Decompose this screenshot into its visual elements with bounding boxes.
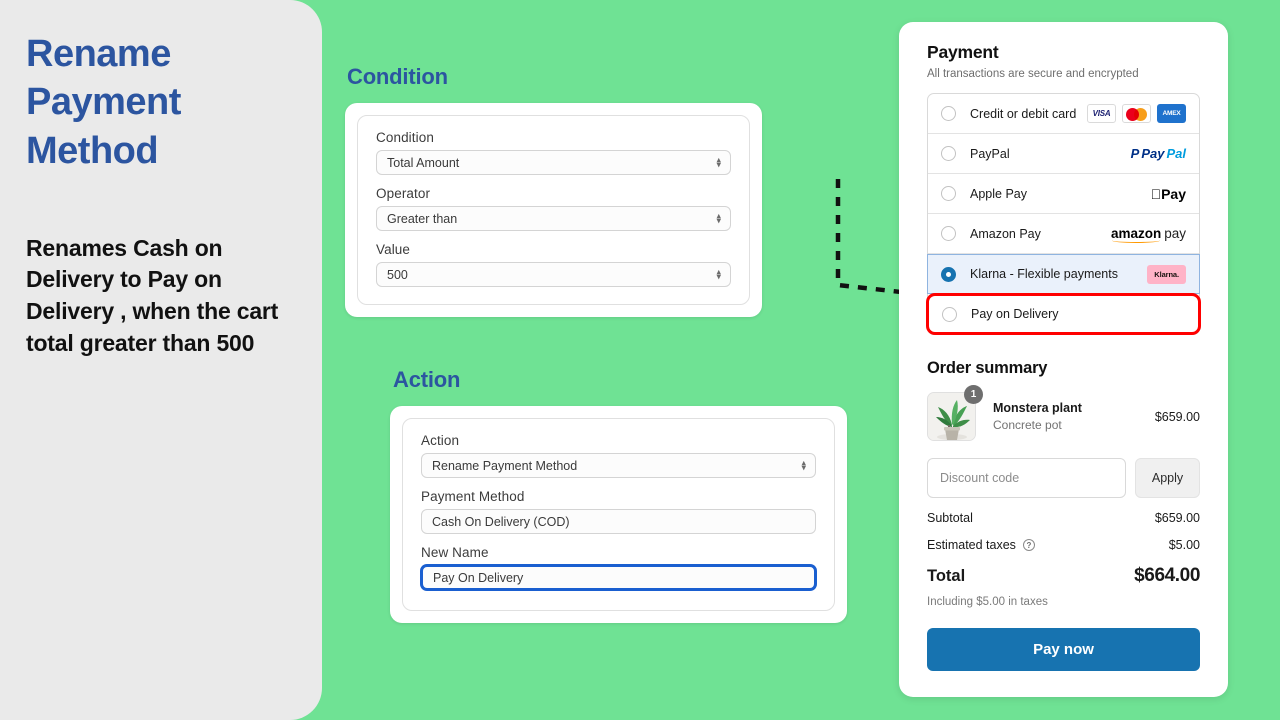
total-label: Total (927, 566, 966, 585)
chevron-updown-icon[interactable]: ▴ ▾ (801, 457, 806, 472)
klarna-icon: Klarna. (1147, 264, 1186, 284)
page-description: Renames Cash on Delivery to Pay on Deliv… (26, 234, 279, 356)
action-section-heading: Action (393, 367, 461, 392)
apple-pay-icon: Pay (1151, 186, 1186, 202)
visa-icon: VISA (1087, 104, 1116, 123)
product-text: Monstera plant Concrete pot (993, 401, 1082, 432)
condition-select-value: Total Amount (387, 155, 460, 170)
action-inner-card: Action Rename Payment Method ▴ ▾ Payment … (402, 418, 835, 611)
payment-section-title: Payment (927, 42, 999, 62)
paypal-text-pay: Pay (1141, 146, 1165, 161)
paypal-text-pal: Pal (1166, 146, 1186, 161)
payment-method-input-value: Cash On Delivery (COD) (432, 514, 570, 529)
amazon-pay-icon: amazon pay (1110, 225, 1186, 243)
condition-card: Condition Total Amount ▴ ▾ Operator Great… (345, 103, 762, 317)
paypal-icon: P Pay Pal (1131, 146, 1186, 161)
action-select-value: Rename Payment Method (432, 458, 578, 473)
payment-method-label: PayPal (970, 146, 1010, 161)
condition-section-heading: Condition (347, 64, 448, 89)
value-input-value: 500 (387, 267, 408, 282)
chevron-updown-icon[interactable]: ▴ ▾ (716, 266, 721, 281)
action-card: Action Rename Payment Method ▴ ▾ Payment … (390, 406, 847, 623)
operator-select-value: Greater than (387, 211, 458, 226)
checkout-panel: Payment All transactions are secure and … (899, 22, 1228, 697)
amazon-pay-text: pay (1164, 225, 1186, 241)
discount-row: Discount code Apply (927, 458, 1200, 498)
new-name-input[interactable]: Pay On Delivery (421, 565, 816, 590)
payment-method-apple-pay[interactable]: Apple Pay Pay (928, 174, 1199, 214)
payment-method-credit-card[interactable]: Credit or debit card VISA AMEX (928, 94, 1199, 134)
payment-method-list: Credit or debit card VISA AMEX PayPal PP… (926, 93, 1201, 335)
page-title: Rename Payment Method (26, 33, 181, 172)
radio-credit-card[interactable] (941, 106, 956, 121)
mastercard-icon (1122, 104, 1151, 123)
payment-method-label: Pay on Delivery (971, 307, 1059, 321)
amex-icon: AMEX (1157, 104, 1186, 123)
payment-method-amazon-pay[interactable]: Amazon Pay amazon pay (928, 214, 1199, 254)
paypal-logo-wrap: P Pay Pal (1131, 146, 1186, 161)
payment-method-pay-on-delivery[interactable]: Pay on Delivery (926, 293, 1201, 335)
value-field-label: Value (376, 242, 411, 257)
apple-pay-logo-wrap: Pay (1151, 186, 1186, 202)
payment-method-label: Apple Pay (970, 186, 1027, 201)
apple-pay-text: Pay (1161, 185, 1186, 202)
subtotal-label: Subtotal (927, 511, 973, 525)
order-summary-title: Order summary (927, 359, 1048, 377)
apply-discount-button[interactable]: Apply (1135, 458, 1200, 498)
radio-amazon-pay[interactable] (941, 226, 956, 241)
radio-klarna[interactable] (941, 266, 956, 282)
new-name-input-value: Pay On Delivery (433, 570, 524, 585)
subtotal-value: $659.00 (1154, 511, 1200, 525)
discount-code-input[interactable]: Discount code (927, 458, 1126, 498)
klarna-logo-wrap: Klarna. (1147, 264, 1186, 284)
card-brand-logos: VISA AMEX (1087, 104, 1186, 123)
chevron-updown-icon[interactable]: ▴ ▾ (716, 154, 721, 169)
info-icon[interactable]: ? (1022, 539, 1035, 551)
estimated-taxes-value: $5.00 (1168, 538, 1200, 552)
operator-field-label: Operator (376, 186, 431, 201)
payment-method-label: Credit or debit card (970, 106, 1077, 121)
grand-total-row: Total $664.00 (927, 565, 1200, 587)
value-input[interactable]: 500 ▴ ▾ (376, 262, 731, 287)
product-price: $659.00 (1154, 409, 1200, 424)
condition-select[interactable]: Total Amount ▴ ▾ (376, 150, 731, 175)
product-variant: Concrete pot (993, 418, 1062, 432)
product-thumbnail-wrap: 1 (927, 385, 983, 441)
payment-method-input[interactable]: Cash On Delivery (COD) (421, 509, 816, 534)
paypal-mark: P (1130, 146, 1140, 161)
payment-method-label: Amazon Pay (970, 226, 1041, 241)
amazon-wordmark: amazon (1110, 225, 1162, 243)
amazon-pay-logo-wrap: amazon pay (1110, 225, 1186, 243)
condition-inner-card: Condition Total Amount ▴ ▾ Operator Great… (357, 115, 750, 305)
order-line-item: 1 Monstera plant Concrete pot $659.00 (927, 385, 1200, 441)
new-name-field-label: New Name (421, 545, 489, 560)
pay-now-button[interactable]: Pay now (927, 628, 1200, 671)
payment-method-paypal[interactable]: PayPal P Pay Pal (928, 134, 1199, 174)
total-value: $664.00 (1134, 565, 1200, 586)
product-name: Monstera plant (993, 401, 1082, 415)
estimated-taxes-label: Estimated taxes (927, 538, 1016, 552)
radio-paypal[interactable] (941, 146, 956, 161)
radio-apple-pay[interactable] (941, 186, 956, 201)
subtotal-row: Subtotal $659.00 (927, 511, 1200, 525)
estimated-taxes-row: Estimated taxes ? $5.00 (927, 538, 1200, 552)
payment-section-subtitle: All transactions are secure and encrypte… (927, 68, 1139, 80)
payment-method-label: Klarna - Flexible payments (970, 267, 1118, 281)
tax-note: Including $5.00 in taxes (927, 596, 1048, 608)
left-info-panel: Rename Payment Method Renames Cash on De… (0, 0, 322, 720)
chevron-updown-icon[interactable]: ▴ ▾ (716, 210, 721, 225)
payment-method-klarna[interactable]: Klarna - Flexible payments Klarna. (927, 254, 1200, 294)
radio-pay-on-delivery[interactable] (942, 306, 957, 322)
condition-field-label: Condition (376, 130, 434, 145)
action-select[interactable]: Rename Payment Method ▴ ▾ (421, 453, 816, 478)
operator-select[interactable]: Greater than ▴ ▾ (376, 206, 731, 231)
action-field-label: Action (421, 433, 460, 448)
quantity-badge: 1 (964, 385, 983, 404)
payment-method-field-label: Payment Method (421, 489, 525, 504)
